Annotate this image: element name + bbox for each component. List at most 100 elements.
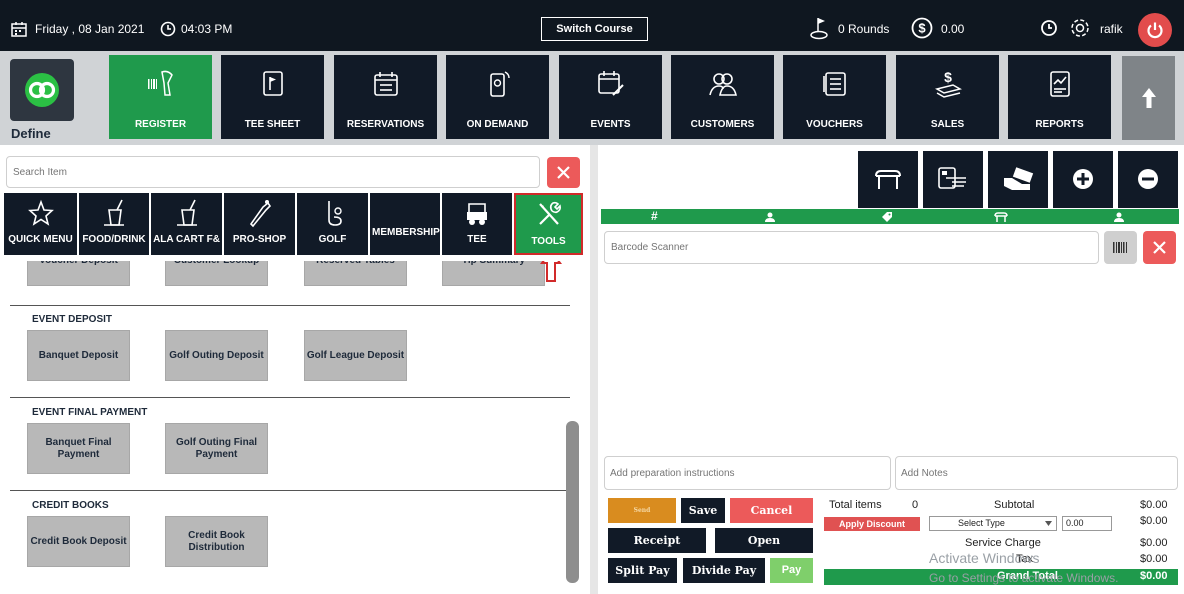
tab-ala-cart[interactable]: ALA CART F&: [151, 193, 222, 255]
hand-card-icon: [938, 167, 966, 189]
golf-flag-icon: [810, 18, 828, 40]
item-credit-book-deposit[interactable]: Credit Book Deposit: [27, 516, 130, 567]
nav-vouchers-label: VOUCHERS: [806, 119, 863, 130]
item-golf-league-deposit[interactable]: Golf League Deposit: [304, 330, 407, 381]
remove-item-button[interactable]: [1118, 151, 1178, 208]
panel-divider[interactable]: [590, 145, 598, 594]
column-number-header: #: [651, 209, 658, 223]
send-button[interactable]: Send: [608, 498, 676, 523]
activate-windows-subtitle: Go to Settings to activate Windows.: [929, 571, 1119, 585]
card-pay-button[interactable]: [988, 151, 1048, 208]
user-icon: [1114, 212, 1124, 222]
divide-pay-button[interactable]: Divide Pay: [683, 558, 765, 583]
item-banquet-deposit[interactable]: Banquet Deposit: [27, 330, 130, 381]
mobile-icon: [490, 71, 510, 97]
grand-total-value: $0.00: [1140, 570, 1168, 582]
app-logo: [10, 59, 74, 121]
history-clock-icon[interactable]: [1040, 19, 1058, 37]
nav-register[interactable]: REGISTER: [109, 55, 212, 139]
item-reserved-tables[interactable]: Reserved Tables: [304, 261, 407, 286]
gear-icon[interactable]: [1069, 17, 1091, 39]
section-divider: [10, 490, 570, 491]
discount-type-select[interactable]: Select Type: [929, 516, 1057, 531]
item-banquet-final-payment[interactable]: Banquet Final Payment: [27, 423, 130, 474]
subtotal-value: $0.00: [1140, 499, 1168, 511]
clear-barcode-button[interactable]: [1143, 231, 1176, 264]
golf-cart-icon: [467, 203, 487, 225]
pay-button[interactable]: Pay: [770, 558, 813, 583]
tab-pro-shop[interactable]: PRO-SHOP: [224, 193, 295, 255]
tab-tools-label: TOOLS: [531, 236, 566, 247]
category-tabs: QUICK MENU FOOD/DRINK ALA CART F& PRO-SH…: [4, 193, 588, 257]
nav-reports[interactable]: REPORTS: [1008, 55, 1111, 139]
add-notes-input[interactable]: [895, 456, 1178, 490]
tab-tools[interactable]: TOOLS: [514, 193, 583, 255]
tag-icon: [882, 212, 892, 222]
nav-on-demand[interactable]: ON DEMAND: [446, 55, 549, 139]
tab-quick-menu[interactable]: QUICK MENU: [4, 193, 77, 255]
nav-events[interactable]: EVENTS: [559, 55, 662, 139]
clock-icon: [160, 21, 176, 37]
order-panel: # Send Save Cancel Receipt Open Split Pa…: [598, 145, 1184, 594]
nav-customers[interactable]: CUSTOMERS: [671, 55, 774, 139]
flag-icon: [263, 71, 283, 96]
save-button[interactable]: Save: [681, 498, 725, 523]
switch-course-button[interactable]: Switch Course: [541, 17, 648, 41]
item-voucher-deposit[interactable]: Voucher Deposit: [27, 261, 130, 286]
split-pay-button[interactable]: Split Pay: [608, 558, 677, 583]
section-divider: [10, 305, 570, 306]
preparation-instructions-input[interactable]: [604, 456, 891, 490]
apply-discount-button[interactable]: Apply Discount: [824, 517, 920, 531]
table-button[interactable]: [858, 151, 918, 208]
item-golf-outing-deposit[interactable]: Golf Outing Deposit: [165, 330, 268, 381]
discount-value-input[interactable]: 0.00: [1062, 516, 1112, 531]
tools-item-list: Voucher Deposit Customer Lookup Reserved…: [4, 261, 578, 588]
plus-circle-icon: [1073, 169, 1093, 189]
tab-tee[interactable]: TEE: [442, 193, 512, 255]
svg-text:$: $: [918, 21, 926, 36]
open-button[interactable]: Open: [715, 528, 813, 553]
nav-sales[interactable]: $ SALES: [896, 55, 999, 139]
barcode-input[interactable]: [604, 231, 1099, 264]
section-title-event-final-payment: EVENT FINAL PAYMENT: [32, 407, 148, 418]
total-items-value: 0: [912, 499, 919, 511]
dollar-icon: $: [911, 17, 933, 39]
user-name[interactable]: rafik: [1100, 22, 1123, 36]
cancel-button[interactable]: Cancel: [730, 498, 813, 523]
tab-golf[interactable]: GOLF: [297, 193, 368, 255]
section-title-credit-books: CREDIT BOOKS: [32, 500, 109, 511]
golf-club-icon: [249, 200, 271, 228]
item-customer-lookup[interactable]: Customer Lookup: [165, 261, 268, 286]
receipt-button[interactable]: Receipt: [608, 528, 706, 553]
nav-reservations[interactable]: RESERVATIONS: [334, 55, 437, 139]
barcode-icon: [1113, 242, 1127, 253]
drink-icon: [176, 199, 197, 226]
activate-windows-title: Activate Windows: [929, 550, 1040, 566]
nav-tee-sheet[interactable]: TEE SHEET: [221, 55, 324, 139]
drink-icon: [104, 199, 124, 226]
total-items-label: Total items: [829, 499, 882, 511]
clear-search-button[interactable]: [547, 157, 580, 188]
scroll-up-button[interactable]: [1122, 56, 1175, 140]
item-list-scrollbar[interactable]: [566, 421, 579, 583]
person-icon: [765, 212, 775, 222]
item-credit-book-distribution[interactable]: Credit Book Distribution: [165, 516, 268, 567]
item-golf-outing-final-payment[interactable]: Golf Outing Final Payment: [165, 423, 268, 474]
service-charge-label: Service Charge: [965, 537, 1041, 549]
hand-card-button[interactable]: [923, 151, 983, 208]
nav-vouchers[interactable]: VOUCHERS: [783, 55, 886, 139]
tab-membership[interactable]: MEMBERSHIP: [370, 193, 440, 255]
nav-reservations-label: RESERVATIONS: [346, 119, 425, 130]
tab-pro-shop-label: PRO-SHOP: [232, 234, 287, 245]
add-item-button[interactable]: [1053, 151, 1113, 208]
search-input[interactable]: [6, 156, 540, 188]
tab-quick-menu-label: QUICK MENU: [8, 234, 73, 245]
section-title-event-deposit: EVENT DEPOSIT: [32, 314, 113, 325]
discount-value: $0.00: [1140, 515, 1168, 527]
tab-food-drink[interactable]: FOOD/DRINK: [79, 193, 149, 255]
barcode-scan-button[interactable]: [1104, 231, 1137, 264]
logout-button[interactable]: [1138, 13, 1172, 47]
item-tip-summary[interactable]: Tip Summary: [442, 261, 545, 286]
seat-icon: [994, 212, 1008, 222]
golf-icon: [327, 201, 342, 226]
